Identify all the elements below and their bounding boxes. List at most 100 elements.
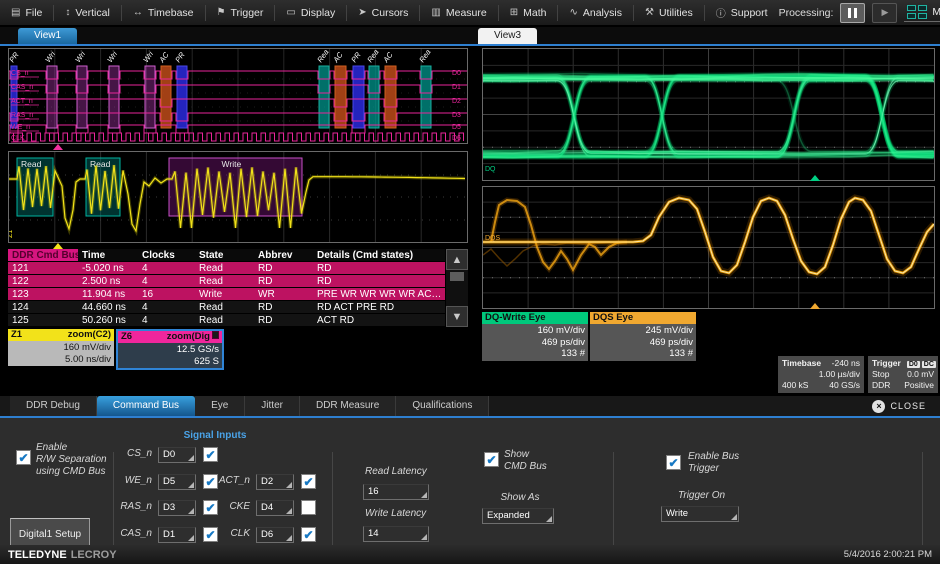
trigger-coupling-badge: DC xyxy=(922,361,936,368)
show-cmd-bus-label: ShowCMD Bus xyxy=(504,449,574,473)
signal-dropdown-cke[interactable]: D4 xyxy=(256,500,294,516)
close-icon: × xyxy=(872,400,885,413)
vertical-icon: ↕ xyxy=(65,7,70,18)
signal-checkbox-act_n[interactable]: ✔ xyxy=(301,474,316,489)
enable-bus-trigger-checkbox[interactable]: ✔ xyxy=(666,455,681,470)
menu-file[interactable]: ▤File xyxy=(0,0,53,25)
table-row[interactable]: 12311.904 ns16WriteWRPRE WR WR WR WR AC…… xyxy=(8,288,445,301)
table-row[interactable]: 12444.660 ns4ReadRDRD ACT PRE RD xyxy=(8,301,445,314)
file-icon: ▤ xyxy=(11,7,20,18)
signal-dropdown-ras_n[interactable]: D3 xyxy=(158,500,196,516)
menu-bar: ▤File↕Vertical↔Timebase⚑Trigger▭Display➤… xyxy=(0,0,940,26)
menu-vertical[interactable]: ↕Vertical xyxy=(54,0,120,25)
dropdown-corner-icon xyxy=(188,455,194,461)
mosaic-dropdown[interactable]: Mosaic xyxy=(904,3,940,22)
dqs-waveform-view[interactable]: DQS xyxy=(482,186,935,309)
svg-text:WE_n: WE_n xyxy=(11,124,30,131)
play-button[interactable]: ▶ xyxy=(872,3,897,23)
display-icon: ▭ xyxy=(286,7,295,18)
menu-analysis[interactable]: ∿Analysis xyxy=(558,0,633,25)
zoom-z1-waveform-view[interactable]: ReadReadWriteZ1 xyxy=(8,151,468,243)
digital-bus-waveform-view[interactable]: PRWriWriWriWriACPRReaACPRReaACReaCS_nCAS… xyxy=(8,48,468,144)
table-row[interactable]: 121-5.020 ns4ReadRDRD xyxy=(8,262,445,275)
scroll-thumb[interactable] xyxy=(450,272,464,281)
trigger-source-badge: D0 xyxy=(907,361,920,368)
svg-text:AC: AC xyxy=(381,50,395,65)
scroll-down-button[interactable]: ▼ xyxy=(446,306,468,327)
svg-text:PR: PR xyxy=(349,50,363,64)
dialog-tab-ddr-debug[interactable]: DDR Debug xyxy=(10,396,97,416)
signal-dropdown-clk[interactable]: D6 xyxy=(256,527,294,543)
signal-label-cas_n: CAS_n xyxy=(114,528,152,540)
ddr-debug-dialog: DDR DebugCommand BusEyeJitterDDR Measure… xyxy=(0,396,940,545)
dq-write-eye-descriptor-box[interactable]: DQ-Write Eye 160 mV/div469 ps/div133 # xyxy=(482,312,588,361)
dqs-eye-descriptor-box[interactable]: DQS Eye 245 mV/div469 ps/div133 # xyxy=(590,312,696,361)
signal-dropdown-cs_n[interactable]: D0 xyxy=(158,447,196,463)
signal-label-cke: CKE xyxy=(204,501,250,513)
menu-trigger[interactable]: ⚑Trigger xyxy=(206,0,275,25)
digital-cursor-marker[interactable] xyxy=(53,144,63,150)
trigger-on-dropdown[interactable]: Write xyxy=(661,506,739,522)
menu-timebase[interactable]: ↔Timebase xyxy=(122,0,205,25)
dialog-tab-strip: DDR DebugCommand BusEyeJitterDDR Measure… xyxy=(0,396,940,418)
close-button[interactable]: × CLOSE xyxy=(872,396,926,416)
table-row[interactable]: 12550.260 ns4ReadRDACT RD xyxy=(8,314,445,327)
svg-text:D6: D6 xyxy=(452,135,461,142)
scope-display-area: PRWriWriWriWriACPRReaACPRReaACReaCS_nCAS… xyxy=(0,48,940,396)
svg-text:D3: D3 xyxy=(452,112,461,119)
enable-rw-separation-checkbox[interactable]: ✔ xyxy=(16,450,31,465)
table-grid: DDR Cmd BusTimeClocksStateAbbrevDetails … xyxy=(8,249,445,327)
datetime-label: 5/4/2016 2:00:21 PM xyxy=(844,549,932,560)
read-latency-dropdown[interactable]: 16 xyxy=(363,484,429,500)
table-header-row: DDR Cmd BusTimeClocksStateAbbrevDetails … xyxy=(8,249,445,262)
tab-view3[interactable]: View3 xyxy=(478,28,537,44)
dropdown-corner-icon xyxy=(286,508,292,514)
svg-text:DQ: DQ xyxy=(485,166,496,173)
show-cmd-bus-checkbox[interactable]: ✔ xyxy=(484,452,499,467)
scroll-track[interactable] xyxy=(446,283,468,306)
signal-label-cs_n: CS_n xyxy=(114,448,152,460)
signal-checkbox-clk[interactable]: ✔ xyxy=(301,527,316,542)
tab-view1[interactable]: View1 xyxy=(18,28,77,44)
dialog-tab-jitter[interactable]: Jitter xyxy=(245,396,300,416)
dialog-tab-eye[interactable]: Eye xyxy=(195,396,245,416)
signal-dropdown-we_n[interactable]: D5 xyxy=(158,474,196,490)
dialog-tab-command-bus[interactable]: Command Bus xyxy=(97,396,195,416)
dialog-tab-qualifications[interactable]: Qualifications xyxy=(396,396,489,416)
signal-checkbox-cs_n[interactable]: ✔ xyxy=(203,447,218,462)
svg-text:CLK: CLK xyxy=(11,135,25,142)
pause-button[interactable] xyxy=(840,3,865,23)
dropdown-corner-icon xyxy=(731,514,737,520)
orange-view-marker[interactable] xyxy=(810,303,820,309)
dialog-tab-ddr-measure[interactable]: DDR Measure xyxy=(300,396,396,416)
digital-group-icon xyxy=(212,331,219,339)
signal-dropdown-act_n[interactable]: D2 xyxy=(256,474,294,490)
trigger-summary-box[interactable]: Trigger D0DC Stop0.0 mV DDRPositive xyxy=(868,356,938,393)
signal-dropdown-cas_n[interactable]: D1 xyxy=(158,527,196,543)
svg-text:RAS_n: RAS_n xyxy=(11,112,33,119)
menu-cursors[interactable]: ➤Cursors xyxy=(347,0,419,25)
menu-utilities[interactable]: ⚒Utilities xyxy=(634,0,704,25)
svg-text:Read: Read xyxy=(90,159,111,169)
z1-descriptor-box[interactable]: Z1zoom(C2) 160 mV/div5.00 ns/div xyxy=(8,329,114,366)
menu-support[interactable]: ⓘSupport xyxy=(705,0,779,25)
menu-measure[interactable]: ▥Measure xyxy=(420,0,497,25)
svg-text:Write: Write xyxy=(222,159,242,169)
svg-text:AC: AC xyxy=(331,50,345,65)
table-row[interactable]: 1222.500 ns4ReadRDRD xyxy=(8,275,445,288)
scroll-up-button[interactable]: ▲ xyxy=(446,249,468,270)
menu-display[interactable]: ▭Display xyxy=(275,0,346,25)
write-latency-dropdown[interactable]: 14 xyxy=(363,526,429,542)
dq-eye-diagram-view[interactable]: DQ xyxy=(482,48,935,181)
menu-math[interactable]: ⊞Math xyxy=(499,0,558,25)
show-as-dropdown[interactable]: Expanded xyxy=(482,508,554,524)
svg-text:D2: D2 xyxy=(452,98,461,105)
timebase-summary-box[interactable]: Timebase-240 ns 1.00 µs/div 400 kS40 GS/… xyxy=(778,356,864,393)
signal-label-we_n: WE_n xyxy=(114,475,152,487)
svg-text:Wri: Wri xyxy=(73,50,87,65)
signal-checkbox-cke[interactable] xyxy=(301,500,316,515)
z6-descriptor-box[interactable]: Z6 zoom(Dig 12.5 GS/s625 S xyxy=(116,329,224,370)
status-bar: TELEDYNELECROY 5/4/2016 2:00:21 PM xyxy=(0,545,940,564)
green-eye-marker[interactable] xyxy=(810,175,820,181)
signal-inputs-title: Signal Inputs xyxy=(150,430,280,441)
